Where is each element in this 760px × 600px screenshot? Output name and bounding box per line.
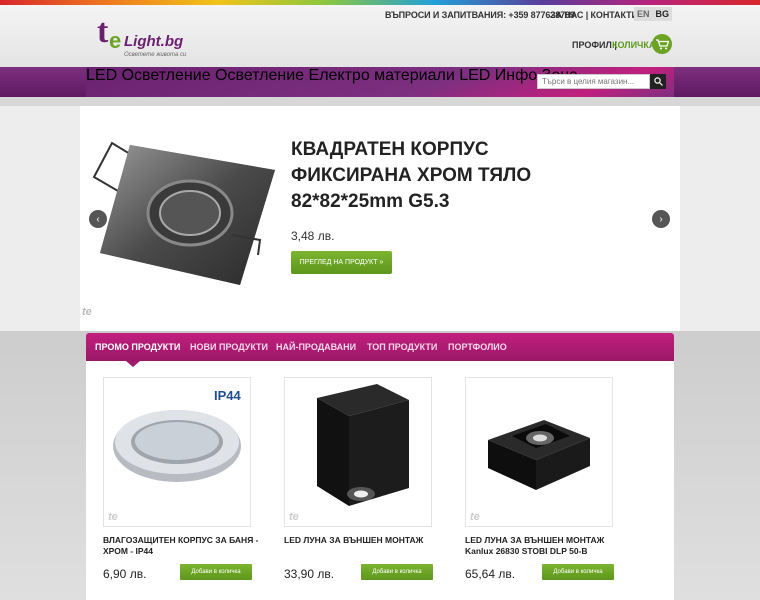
add-to-cart-button[interactable]: Добави в количка: [180, 564, 252, 580]
product-watermark: te: [470, 511, 480, 523]
product-watermark: te: [108, 511, 118, 523]
product-title[interactable]: LED ЛУНА ЗА ВЪНШЕН МОНТАЖ Kanlux 26830 S…: [465, 535, 625, 557]
add-to-cart-button[interactable]: Добави в количка: [542, 564, 614, 580]
product-watermark: te: [289, 511, 299, 523]
view-product-button[interactable]: ПРЕГЛЕД НА ПРОДУКТ »: [291, 251, 392, 274]
product-image[interactable]: te: [284, 377, 432, 527]
lang-bg[interactable]: BG: [655, 9, 669, 19]
divider: [0, 97, 760, 106]
tab-top[interactable]: ТОП ПРОДУКТИ: [367, 342, 437, 352]
nav-lighting[interactable]: Осветление: [215, 67, 304, 84]
logo-text: Light.bg: [124, 33, 183, 50]
site-logo[interactable]: t e Light.bg Осветете живота си: [97, 12, 187, 60]
slide-price: 3,48 лв.: [291, 229, 335, 243]
search-icon: [653, 77, 663, 86]
cart-icon[interactable]: [652, 34, 672, 54]
nav-led-lighting[interactable]: LED Осветление: [86, 67, 211, 84]
ip44-badge: IP44: [214, 388, 242, 403]
slider-prev-arrow[interactable]: ‹: [89, 210, 107, 228]
svg-text:t: t: [97, 13, 109, 50]
about-contacts-links[interactable]: ЗА НАС | КОНТАКТИ: [550, 10, 638, 20]
active-tab-pointer: [126, 361, 140, 367]
language-switcher: EN BG: [634, 7, 672, 21]
product-price: 6,90 лв.: [103, 567, 147, 581]
product-image[interactable]: te: [465, 377, 613, 527]
slide-title: КВАДРАТЕН КОРПУС ФИКСИРАНА ХРОМ ТЯЛО 82*…: [291, 139, 532, 212]
nav-electro-materials[interactable]: Електро материали: [309, 67, 455, 84]
profile-link[interactable]: ПРОФИЛ |: [572, 40, 617, 50]
search-input[interactable]: [537, 74, 650, 89]
cart-link[interactable]: КОЛИЧКА: [612, 40, 655, 50]
contact-phone: ВЪПРОСИ И ЗАПИТВАНИЯ: +359 877628709: [385, 10, 575, 20]
product-title[interactable]: ВЛАГОЗАЩИТЕН КОРПУС ЗА БАНЯ - ХРОМ - IP4…: [103, 535, 263, 557]
product-tabs: ПРОМО ПРОДУКТИ НОВИ ПРОДУКТИ НАЙ-ПРОДАВА…: [86, 333, 674, 361]
tab-new[interactable]: НОВИ ПРОДУКТИ: [190, 342, 268, 352]
svg-text:e: e: [109, 28, 121, 53]
slider-product-image[interactable]: [90, 135, 275, 285]
slider-next-arrow[interactable]: ›: [652, 210, 670, 228]
add-to-cart-button[interactable]: Добави в количка: [361, 564, 433, 580]
logo-tagline: Осветете живота си: [124, 52, 187, 58]
lang-en[interactable]: EN: [637, 9, 650, 19]
slider-watermark: te: [82, 306, 92, 318]
product-title[interactable]: LED ЛУНА ЗА ВЪНШЕН МОНТАЖ: [284, 535, 444, 546]
tab-portfolio[interactable]: ПОРТФОЛИО: [448, 342, 507, 352]
product-price: 33,90 лв.: [284, 567, 335, 581]
search-button[interactable]: [650, 74, 666, 89]
tab-promo[interactable]: ПРОМО ПРОДУКТИ: [95, 342, 180, 352]
product-price: 65,64 лв.: [465, 567, 516, 581]
tab-bestsellers[interactable]: НАЙ-ПРОДАВАНИ: [276, 342, 356, 352]
product-image[interactable]: IP44 te: [103, 377, 251, 527]
